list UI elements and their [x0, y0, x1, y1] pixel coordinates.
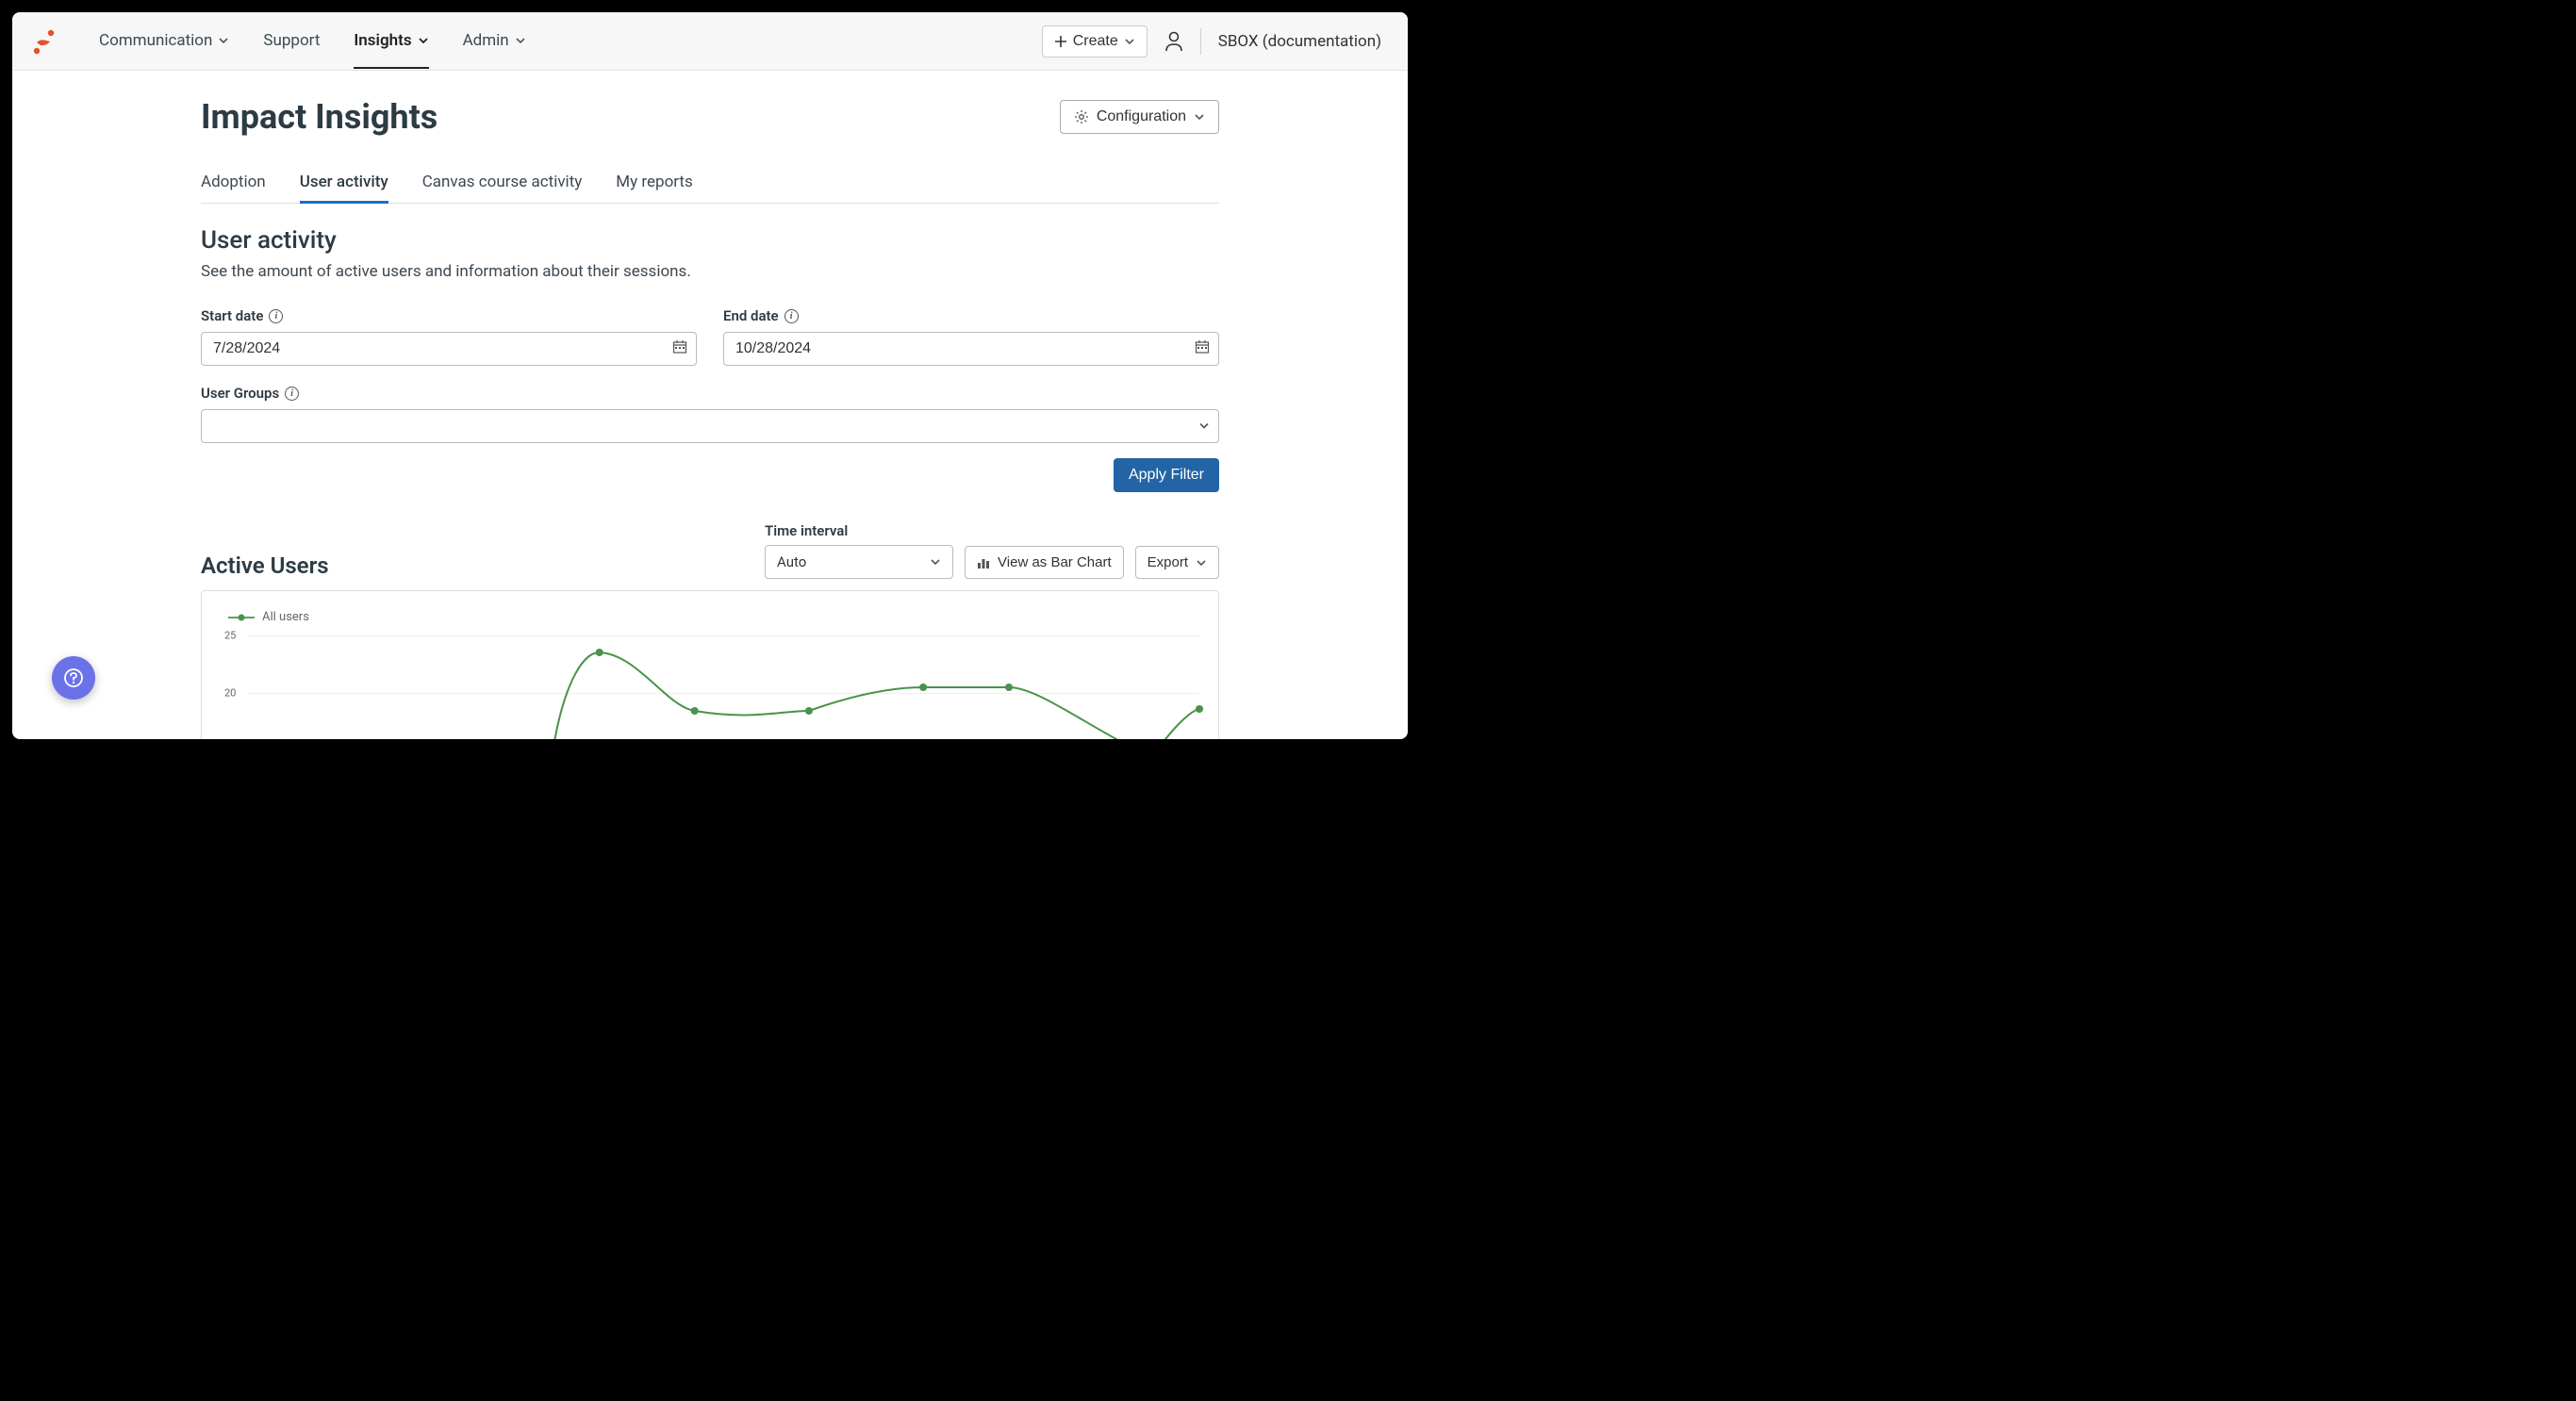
nav-label: Communication	[99, 31, 212, 50]
legend-marker	[228, 613, 255, 622]
config-label: Configuration	[1097, 108, 1186, 125]
tabs: Adoption User activity Canvas course act…	[201, 163, 1219, 204]
end-date-field: End date i	[723, 307, 1219, 366]
nav-support[interactable]: Support	[263, 14, 320, 69]
tab-adoption[interactable]: Adoption	[201, 163, 266, 204]
top-navigation: Communication Support Insights Admin Cre…	[12, 12, 1408, 71]
nav-communication[interactable]: Communication	[99, 14, 229, 69]
section-heading: User activity	[201, 226, 1219, 255]
apply-filter-button[interactable]: Apply Filter	[1114, 458, 1219, 492]
plus-icon	[1054, 35, 1067, 48]
tab-user-activity[interactable]: User activity	[300, 163, 388, 204]
gear-icon	[1074, 109, 1089, 124]
tab-my-reports[interactable]: My reports	[616, 163, 692, 204]
chart-plot-area: 25 20	[247, 635, 1199, 739]
chevron-down-icon	[1196, 557, 1207, 569]
question-icon	[64, 668, 83, 687]
y-tick-20: 20	[224, 686, 236, 699]
info-icon[interactable]: i	[784, 309, 799, 323]
help-fab[interactable]	[52, 656, 95, 700]
logo[interactable]	[29, 25, 61, 58]
time-interval-group: Time interval Auto	[765, 522, 953, 579]
y-tick-25: 25	[224, 630, 236, 642]
create-label: Create	[1073, 33, 1118, 50]
chevron-down-icon	[515, 35, 526, 46]
view-as-bar-chart-button[interactable]: View as Bar Chart	[965, 546, 1124, 579]
divider	[1200, 28, 1201, 55]
chart-legend: All users	[228, 610, 1199, 624]
nav-label: Admin	[463, 31, 509, 50]
page-header: Impact Insights Configuration	[201, 97, 1219, 137]
user-icon[interactable]	[1164, 31, 1183, 52]
chevron-down-icon	[930, 556, 941, 568]
time-interval-select[interactable]: Auto	[765, 545, 953, 579]
main-content: Impact Insights Configuration Adoption U…	[12, 71, 1408, 739]
chart-controls: Time interval Auto View as Bar Chart Exp…	[765, 522, 1219, 579]
info-icon[interactable]: i	[269, 309, 283, 323]
top-right-controls: Create SBOX (documentation)	[1042, 25, 1381, 58]
start-date-field: Start date i	[201, 307, 697, 366]
page-title: Impact Insights	[201, 97, 438, 137]
account-name[interactable]: SBOX (documentation)	[1218, 32, 1381, 51]
chevron-down-icon	[1194, 111, 1205, 123]
chevron-down-icon	[218, 35, 229, 46]
configuration-button[interactable]: Configuration	[1060, 100, 1219, 134]
nav-admin[interactable]: Admin	[463, 14, 526, 69]
tab-canvas-course-activity[interactable]: Canvas course activity	[422, 163, 583, 204]
nav-insights[interactable]: Insights	[354, 14, 428, 69]
nav-label: Insights	[354, 31, 411, 50]
end-date-input[interactable]	[723, 332, 1219, 366]
date-filter-row: Start date i End date i	[201, 307, 1219, 366]
info-icon[interactable]: i	[285, 387, 299, 401]
user-groups-field: User Groups i	[201, 385, 1219, 443]
chart-title: Active Users	[201, 552, 329, 579]
nav-label: Support	[263, 31, 320, 50]
time-interval-label: Time interval	[765, 522, 953, 539]
bar-chart-icon	[977, 556, 990, 569]
user-groups-select[interactable]	[201, 409, 1219, 443]
create-button[interactable]: Create	[1042, 25, 1148, 58]
main-nav: Communication Support Insights Admin	[99, 14, 1042, 69]
start-date-label: Start date	[201, 307, 263, 324]
active-users-chart: All users 25 20	[201, 590, 1219, 739]
line-chart-svg	[247, 635, 1199, 739]
user-groups-label: User Groups	[201, 385, 279, 402]
chart-header: Active Users Time interval Auto View as …	[201, 522, 1219, 579]
legend-label: All users	[262, 610, 309, 624]
start-date-input[interactable]	[201, 332, 697, 366]
section-description: See the amount of active users and infor…	[201, 262, 1219, 281]
export-button[interactable]: Export	[1135, 546, 1219, 579]
end-date-label: End date	[723, 307, 779, 324]
chevron-down-icon	[1124, 36, 1135, 47]
chevron-down-icon	[418, 35, 429, 46]
